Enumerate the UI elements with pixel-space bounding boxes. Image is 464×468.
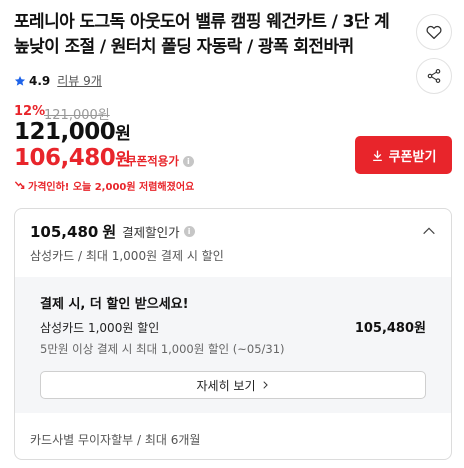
benefit-price: 105,480 원 결제할인가 i	[30, 221, 195, 242]
share-icon	[427, 69, 441, 83]
rating-score: 4.9	[29, 73, 51, 88]
sale-price-value: 121,000	[14, 119, 116, 145]
coupon-price-label: 쿠폰적용가 i	[126, 153, 194, 169]
details-button[interactable]: 자세히 보기	[40, 371, 426, 399]
info-icon[interactable]: i	[183, 226, 195, 237]
card-discount-amount: 105,480원	[355, 317, 426, 336]
coupon-button-label: 쿠폰받기	[388, 149, 437, 165]
card-discount-amount-value: 105,480	[354, 321, 415, 336]
benefit-detail-panel: 결제 시, 더 할인 받으세요! 삼성카드 1,000원 할인 105,480원…	[15, 277, 451, 413]
benefit-price-value: 105,480	[30, 222, 99, 241]
details-button-label: 자세히 보기	[196, 378, 256, 393]
coupon-price: 106,480원	[14, 145, 131, 171]
benefit-price-label: 결제할인가	[122, 225, 180, 240]
card-discount-amount-unit: 원	[414, 321, 426, 336]
chevron-right-icon	[262, 381, 268, 389]
discount-condition: 5만원 이상 결제 시 최대 1,000원 할인 (~05/31)	[40, 342, 285, 356]
coupon-download-button[interactable]: 쿠폰받기	[355, 136, 452, 174]
payment-benefit-card: 105,480 원 결제할인가 i 삼성카드 / 최대 1,000원 결제 시 할…	[14, 208, 452, 460]
download-icon	[372, 150, 382, 161]
price-drop-text: 가격인하! 오늘 2,000원 저렴해졌어요	[28, 182, 195, 193]
price-drop-notice: 가격인하! 오늘 2,000원 저렴해졌어요	[14, 178, 194, 193]
sale-price: 121,000원	[14, 119, 131, 145]
share-button[interactable]	[416, 58, 452, 94]
panel-title: 결제 시, 더 할인 받으세요!	[40, 297, 189, 312]
benefit-price-unit: 원	[102, 223, 117, 241]
card-discount-line: 삼성카드 1,000원 할인	[40, 321, 160, 335]
coupon-price-value: 106,480	[14, 145, 116, 171]
heart-icon	[426, 25, 442, 40]
chevron-up-icon[interactable]	[421, 223, 437, 239]
info-icon[interactable]: i	[182, 155, 194, 167]
benefit-subtitle: 삼성카드 / 최대 1,000원 결제 시 할인	[30, 249, 224, 263]
sale-price-unit: 원	[115, 124, 131, 144]
trend-down-icon	[14, 181, 25, 189]
review-count-link[interactable]: 리뷰 9개	[57, 72, 102, 89]
star-icon	[14, 75, 26, 86]
like-button[interactable]	[416, 14, 452, 50]
coupon-price-label-text: 쿠폰적용가	[126, 154, 179, 168]
discount-rate: 12%	[14, 104, 46, 119]
benefit-header[interactable]: 105,480 원 결제할인가 i 삼성카드 / 최대 1,000원 결제 시 할…	[15, 209, 451, 269]
rating-row: 4.9 리뷰 9개	[14, 72, 102, 89]
installment-info: 카드사별 무이자할부 / 최대 6개월	[30, 433, 201, 447]
product-title: 포레니아 도그독 아웃도어 밸류 캠핑 웨건카트 / 3단 계 높낮이 조절 /…	[14, 12, 390, 57]
